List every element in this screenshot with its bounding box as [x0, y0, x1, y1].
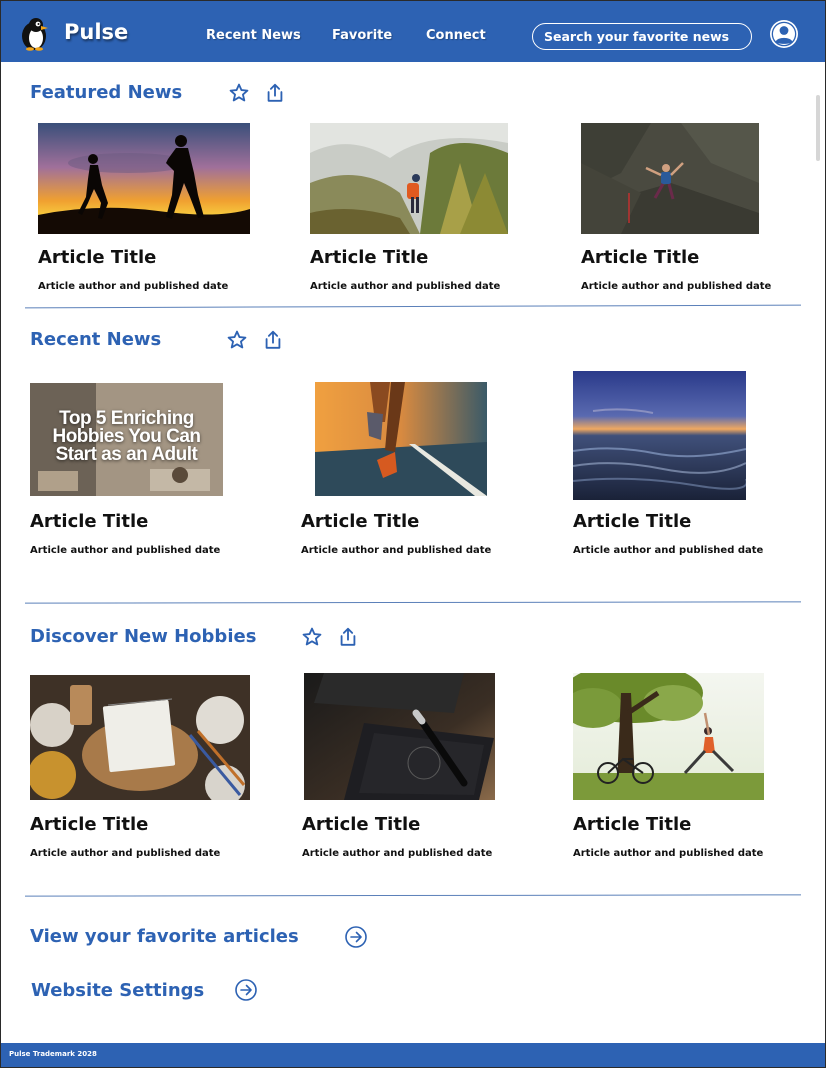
footer: Pulse Trademark 2028	[1, 1043, 825, 1067]
article-card[interactable]: Article Title Article author and publish…	[573, 371, 813, 563]
article-image-yoga-under-tree[interactable]	[573, 673, 764, 800]
article-image-journal-and-pen[interactable]	[304, 673, 495, 800]
footer-trademark: Pulse Trademark 2028	[9, 1050, 97, 1058]
article-title[interactable]: Article Title	[30, 814, 148, 835]
user-avatar-icon[interactable]	[769, 19, 799, 49]
section-title-discover-new-hobbies: Discover New Hobbies	[30, 626, 257, 647]
section-divider	[24, 894, 802, 897]
scrollbar-thumb[interactable]	[816, 95, 820, 161]
article-image-runner-feet-track[interactable]	[315, 382, 487, 496]
section-title-recent-news: Recent News	[30, 329, 162, 350]
article-title[interactable]: Article Title	[581, 247, 699, 268]
article-title[interactable]: Article Title	[301, 511, 419, 532]
view-favorite-articles-link[interactable]: View your favorite articles	[30, 926, 299, 947]
section-divider	[25, 304, 801, 309]
article-meta: Article author and published date	[30, 545, 221, 556]
article-meta: Article author and published date	[581, 281, 772, 292]
search-input[interactable]	[532, 23, 752, 50]
star-icon[interactable]	[226, 329, 248, 351]
article-card[interactable]: Article Title Article author and publish…	[573, 673, 813, 865]
article-image-hobbies-banner[interactable]: Top 5 Enriching Hobbies You Can Start as…	[30, 383, 223, 496]
arrow-circle-right-icon[interactable]	[344, 925, 368, 949]
article-meta: Article author and published date	[310, 281, 501, 292]
article-title[interactable]: Article Title	[573, 814, 691, 835]
nav-favorite[interactable]: Favorite	[332, 28, 392, 43]
article-card[interactable]: Article Title Article author and publish…	[38, 123, 278, 298]
article-title[interactable]: Article Title	[30, 511, 148, 532]
article-image-ocean-sunset[interactable]	[573, 371, 746, 500]
top-navbar: Pulse Recent News Favorite Connect	[1, 1, 825, 62]
article-meta: Article author and published date	[573, 848, 764, 859]
share-icon[interactable]	[264, 82, 286, 104]
article-meta: Article author and published date	[302, 848, 493, 859]
article-card[interactable]: Top 5 Enriching Hobbies You Can Start as…	[30, 383, 280, 563]
article-card[interactable]: Article Title Article author and publish…	[30, 675, 280, 865]
page: Pulse Recent News Favorite Connect Featu…	[1, 1, 825, 1067]
article-meta: Article author and published date	[301, 545, 492, 556]
brand-name[interactable]: Pulse	[64, 20, 128, 44]
penguin-icon[interactable]	[17, 15, 51, 51]
article-title[interactable]: Article Title	[302, 814, 420, 835]
article-card[interactable]: Article Title Article author and publish…	[301, 382, 551, 562]
article-meta: Article author and published date	[30, 848, 221, 859]
share-icon[interactable]	[262, 329, 284, 351]
article-image-hiker-mountain-trail[interactable]	[310, 123, 508, 234]
section-divider	[24, 601, 802, 604]
article-image-runners-silhouette-sunset[interactable]	[38, 123, 250, 234]
article-card[interactable]: Article Title Article author and publish…	[581, 123, 811, 298]
share-icon[interactable]	[337, 626, 359, 648]
arrow-circle-right-icon[interactable]	[234, 978, 258, 1002]
star-icon[interactable]	[301, 626, 323, 648]
star-icon[interactable]	[228, 82, 250, 104]
article-image-sketchbook-craft-supplies[interactable]	[30, 675, 250, 800]
article-card[interactable]: Article Title Article author and publish…	[302, 673, 552, 865]
section-title-featured-news: Featured News	[30, 82, 183, 103]
article-title[interactable]: Article Title	[573, 511, 691, 532]
nav-recent-news[interactable]: Recent News	[206, 28, 301, 43]
article-meta: Article author and published date	[38, 281, 229, 292]
article-image-rock-climber[interactable]	[581, 123, 759, 234]
nav-connect[interactable]: Connect	[426, 28, 486, 43]
article-title[interactable]: Article Title	[310, 247, 428, 268]
website-settings-link[interactable]: Website Settings	[31, 980, 204, 1001]
article-title[interactable]: Article Title	[38, 247, 156, 268]
image-overlay-text: Top 5 Enriching Hobbies You Can Start as…	[52, 408, 201, 465]
article-card[interactable]: Article Title Article author and publish…	[310, 123, 550, 298]
article-meta: Article author and published date	[573, 545, 764, 556]
